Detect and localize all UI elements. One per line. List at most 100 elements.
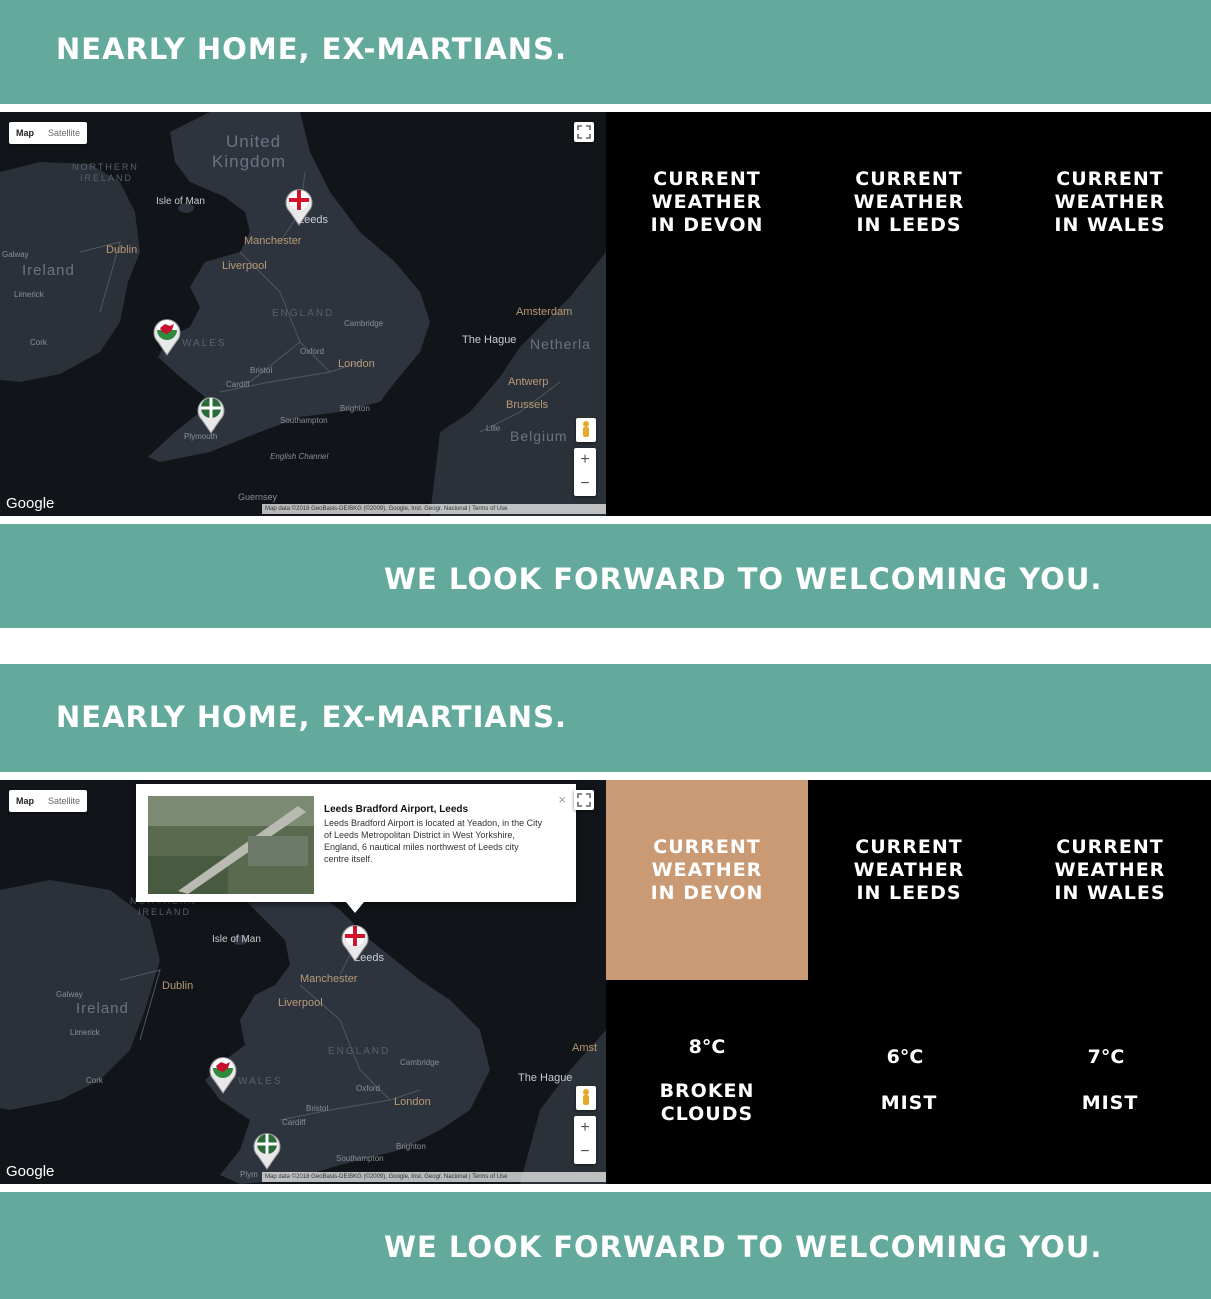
title-line: CURRENT — [855, 836, 963, 858]
map-label-bristol: Bristol — [306, 1104, 329, 1113]
weather-leeds-title: CURRENT WEATHER IN LEEDS — [808, 168, 1010, 237]
fullscreen-icon[interactable] — [574, 790, 594, 810]
bottom-banner: WE LOOK FORWARD TO WELCOMING YOU. — [0, 524, 1211, 628]
map-label-wales: WALES — [182, 338, 227, 349]
map-attribution[interactable]: Map data ©2018 GeoBasis-DE/BKG (©2009), … — [262, 1172, 606, 1182]
weather-devon-desc: BROKEN CLOUDS — [606, 1080, 808, 1126]
map-label-cork: Cork — [30, 338, 47, 347]
weather-leeds-tab[interactable]: CURRENT WEATHER IN LEEDS — [808, 112, 1010, 516]
map-label-ireland: Ireland — [76, 1000, 129, 1017]
map-label-cambridge: Cambridge — [344, 319, 384, 328]
map-label-oxford: Oxford — [356, 1084, 381, 1093]
map-label-dublin: Dublin — [106, 244, 138, 256]
map-label-liverpool: Liverpool — [222, 260, 267, 272]
title-line: IN LEEDS — [856, 214, 962, 236]
weather-wales-tab[interactable]: CURRENT WEATHER IN WALES 7°C MIST — [1009, 780, 1211, 1184]
map-label-limerick: Limerick — [70, 1028, 100, 1037]
title-line: IN WALES — [1054, 214, 1166, 236]
title-line: IN WALES — [1054, 882, 1166, 904]
map-label-southampton: Southampton — [336, 1154, 384, 1163]
map-label-manchester: Manchester — [244, 235, 302, 247]
zoom-control: + − — [574, 448, 596, 496]
bottom-banner-text: WE LOOK FORWARD TO WELCOMING YOU. — [384, 562, 1103, 596]
weather-devon-tab[interactable]: CURRENT WEATHER IN DEVON — [606, 112, 808, 516]
fullscreen-icon[interactable] — [574, 122, 594, 142]
pegman-icon[interactable] — [576, 1086, 596, 1110]
cornwall-flag-pin-icon[interactable] — [196, 394, 226, 434]
title-line: CURRENT — [653, 836, 761, 858]
map-type-satellite-button[interactable]: Satellite — [41, 790, 87, 812]
england-flag-pin-icon[interactable] — [340, 922, 370, 962]
map-label-ni-2: IRELAND — [138, 907, 192, 917]
title-line: WEATHER — [853, 859, 965, 881]
weather-devon-title: CURRENT WEATHER IN DEVON — [606, 836, 808, 905]
map-label-brussels: Brussels — [506, 399, 549, 411]
map-label-ni-1: NORTHERN — [72, 162, 139, 172]
info-window: Leeds Bradford Airport, Leeds Leeds Brad… — [136, 784, 576, 913]
google-logo: Google — [6, 495, 55, 512]
map-label-oxford: Oxford — [300, 347, 325, 356]
map-label-cambridge: Cambridge — [400, 1058, 440, 1067]
map-label-bristol: Bristol — [250, 366, 273, 375]
cornwall-flag-pin-icon[interactable] — [252, 1130, 282, 1170]
map-type-map-button[interactable]: Map — [9, 122, 41, 144]
map-attribution[interactable]: Map data ©2018 GeoBasis-DE/BKG (©2009), … — [262, 504, 606, 514]
zoom-in-icon[interactable]: + — [574, 1116, 596, 1140]
map-type-map-button[interactable]: Map — [9, 790, 41, 812]
map-label-manchester: Manchester — [300, 973, 358, 985]
pegman-icon[interactable] — [576, 418, 596, 442]
wales-flag-pin-icon[interactable] — [208, 1054, 238, 1094]
map-label-uk-2: Kingdom — [212, 152, 287, 171]
map-label-limerick: Limerick — [14, 290, 44, 299]
map-label-antwerp: Antwerp — [508, 376, 549, 388]
title-line: CURRENT — [1056, 836, 1164, 858]
map-label-cork: Cork — [86, 1076, 103, 1085]
zoom-out-icon[interactable]: − — [574, 472, 596, 496]
map-label-cardiff: Cardiff — [282, 1118, 306, 1127]
close-icon[interactable]: × — [558, 792, 566, 807]
map-label-uk-1: United — [226, 132, 282, 151]
map-label-lille: Lille — [486, 424, 501, 433]
map-label-london: London — [338, 358, 375, 370]
weather-wales-tab[interactable]: CURRENT WEATHER IN WALES — [1009, 112, 1211, 516]
desc-line: MIST — [1081, 1092, 1139, 1114]
map-label-galway: Galway — [2, 250, 29, 259]
weather-devon-tab[interactable]: CURRENT WEATHER IN DEVON 8°C BROKEN CLOU… — [606, 780, 808, 1184]
google-map[interactable]: NORTHERN IRELAND Isle of Man Dublin Galw… — [0, 780, 606, 1184]
map-type-satellite-button[interactable]: Satellite — [41, 122, 87, 144]
info-window-pointer — [346, 902, 364, 913]
bottom-banner: WE LOOK FORWARD TO WELCOMING YOU. — [0, 1192, 1211, 1299]
zoom-in-icon[interactable]: + — [574, 448, 596, 472]
map-label-england: ENGLAND — [272, 308, 335, 319]
title-line: IN LEEDS — [856, 882, 962, 904]
weather-devon-temp: 8°C — [688, 1036, 726, 1058]
weather-wales-title: CURRENT WEATHER IN WALES — [1009, 168, 1211, 237]
weather-leeds-header: CURRENT WEATHER IN LEEDS — [808, 780, 1010, 980]
weather-leeds-tab[interactable]: CURRENT WEATHER IN LEEDS 6°C MIST — [808, 780, 1010, 1184]
map-label-dublin: Dublin — [162, 980, 194, 992]
map-label-hague: The Hague — [518, 1072, 573, 1084]
england-flag-pin-icon[interactable] — [284, 186, 314, 226]
top-banner: NEARLY HOME, EX-MARTIANS. — [0, 0, 1211, 104]
title-line: CURRENT — [1056, 168, 1164, 190]
map-label-hague: The Hague — [462, 334, 517, 346]
map-label-liverpool: Liverpool — [278, 997, 323, 1009]
map-label-southampton: Southampton — [280, 416, 328, 425]
weather-wales-desc: MIST — [1009, 1092, 1211, 1115]
title-line: WEATHER — [1054, 191, 1166, 213]
map-label-wales: WALES — [238, 1076, 283, 1087]
map-label-plymouth: Plym — [240, 1170, 258, 1179]
title-line: WEATHER — [853, 191, 965, 213]
weather-wales-header: CURRENT WEATHER IN WALES — [1009, 112, 1211, 312]
wales-flag-pin-icon[interactable] — [152, 316, 182, 356]
map-label-galway: Galway — [56, 990, 83, 999]
map-type-control: Map Satellite — [9, 790, 88, 812]
airport-photo — [148, 796, 314, 894]
map-label-belgium: Belgium — [510, 428, 568, 444]
title-line: IN DEVON — [650, 882, 764, 904]
google-map[interactable]: United Kingdom NORTHERN IRELAND Isle of … — [0, 112, 606, 516]
map-label-amsterdam: Amst — [572, 1042, 598, 1054]
desc-line: BROKEN — [659, 1080, 755, 1102]
zoom-out-icon[interactable]: − — [574, 1140, 596, 1164]
info-window-title: Leeds Bradford Airport, Leeds — [324, 804, 469, 815]
